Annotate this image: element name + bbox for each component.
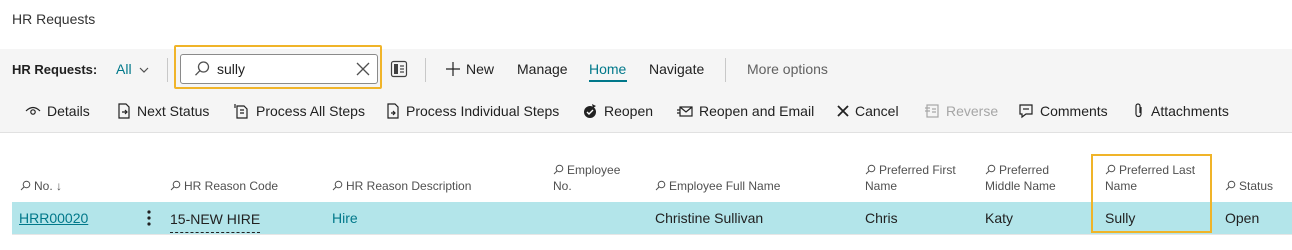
process-all-steps-label: Process All Steps bbox=[256, 103, 365, 119]
filter-view-label: All bbox=[116, 61, 132, 77]
column-label: Middle Name bbox=[985, 179, 1056, 193]
process-steps-icon bbox=[234, 104, 248, 119]
process-all-steps-button[interactable]: Process All Steps bbox=[234, 90, 365, 132]
cell-employee-full-name[interactable]: Christine Sullivan bbox=[655, 202, 763, 234]
divider bbox=[167, 58, 168, 82]
column-label: Status bbox=[1239, 179, 1274, 193]
row-actions-icon[interactable] bbox=[146, 209, 152, 227]
column-label: No. bbox=[553, 179, 572, 193]
reopen-and-email-label: Reopen and Email bbox=[699, 103, 815, 119]
clear-icon[interactable] bbox=[356, 62, 370, 76]
divider bbox=[425, 58, 426, 82]
attachments-label: Attachments bbox=[1151, 103, 1229, 119]
cell-hr-reason-code[interactable]: 15-NEW HIRE bbox=[170, 206, 261, 233]
column-label: HR Reason Description bbox=[346, 179, 472, 193]
column-header-status[interactable]: Status bbox=[1225, 178, 1273, 194]
search-icon bbox=[865, 165, 876, 175]
column-label: Preferred First bbox=[879, 163, 956, 177]
cell-preferred-middle-name[interactable]: Katy bbox=[985, 202, 1013, 234]
column-label: HR Reason Code bbox=[184, 179, 279, 193]
navigate-tab[interactable]: Navigate bbox=[649, 49, 704, 90]
search-icon bbox=[170, 181, 181, 191]
column-label: Employee Full Name bbox=[669, 179, 781, 193]
reopen-and-email-button[interactable]: Reopen and Email bbox=[677, 90, 814, 132]
search-icon bbox=[20, 181, 31, 191]
reverse-label: Reverse bbox=[946, 103, 999, 119]
details-label: Details bbox=[47, 103, 90, 119]
reverse-icon bbox=[925, 104, 939, 118]
column-header-employee-full-name[interactable]: Employee Full Name bbox=[655, 178, 780, 194]
column-header-preferred-first-name[interactable]: Preferred First Name bbox=[865, 162, 956, 194]
new-button[interactable]: New bbox=[445, 49, 494, 90]
chevron-down-icon bbox=[140, 67, 149, 74]
comment-icon bbox=[1019, 104, 1033, 119]
document-step-icon bbox=[387, 103, 399, 119]
column-header-employee-no[interactable]: Employee No. bbox=[553, 162, 620, 194]
reverse-button[interactable]: Reverse bbox=[924, 90, 998, 132]
column-label: No. bbox=[34, 179, 53, 193]
cancel-button[interactable]: Cancel bbox=[837, 90, 899, 132]
column-header-hr-reason-code[interactable]: HR Reason Code bbox=[170, 178, 278, 194]
eye-icon bbox=[25, 107, 41, 116]
column-header-hr-reason-description[interactable]: HR Reason Description bbox=[332, 178, 471, 194]
divider bbox=[725, 58, 726, 82]
column-header-no[interactable]: No. ↓ bbox=[20, 178, 62, 194]
reopen-icon bbox=[584, 104, 596, 119]
comments-label: Comments bbox=[1040, 103, 1108, 119]
search-field[interactable] bbox=[180, 54, 378, 84]
column-label: Preferred bbox=[999, 163, 1050, 177]
row-divider bbox=[12, 234, 1292, 235]
cell-no[interactable]: HRR00020 bbox=[19, 202, 88, 234]
cell-preferred-first-name[interactable]: Chris bbox=[865, 202, 898, 234]
search-input[interactable] bbox=[217, 60, 347, 78]
filter-pane-icon[interactable] bbox=[390, 60, 408, 78]
attachments-button[interactable]: Attachments bbox=[1133, 90, 1229, 132]
next-status-label: Next Status bbox=[137, 103, 210, 119]
manage-tab[interactable]: Manage bbox=[517, 49, 568, 90]
document-arrow-icon bbox=[118, 103, 130, 119]
reopen-label: Reopen bbox=[604, 103, 654, 119]
column-label: Employee bbox=[567, 163, 621, 177]
list-label: HR Requests: bbox=[12, 62, 98, 77]
search-icon bbox=[1225, 181, 1236, 191]
home-tab-underline bbox=[589, 80, 627, 82]
search-icon bbox=[553, 165, 564, 175]
reopen-button[interactable]: Reopen bbox=[582, 90, 653, 132]
cancel-label: Cancel bbox=[855, 103, 899, 119]
close-icon bbox=[837, 105, 849, 117]
column-label: Name bbox=[865, 179, 898, 193]
page-title: HR Requests bbox=[12, 11, 96, 27]
column-header-preferred-middle-name[interactable]: Preferred Middle Name bbox=[985, 162, 1056, 194]
new-label: New bbox=[466, 61, 495, 77]
search-icon bbox=[985, 165, 996, 175]
process-individual-steps-button[interactable]: Process Individual Steps bbox=[386, 90, 559, 132]
comments-button[interactable]: Comments bbox=[1018, 90, 1108, 132]
more-options-button[interactable]: More options bbox=[747, 49, 828, 90]
column-highlight bbox=[1091, 154, 1212, 233]
search-icon bbox=[332, 181, 343, 191]
sort-descending-icon: ↓ bbox=[56, 179, 63, 193]
filter-view-dropdown[interactable]: All bbox=[116, 49, 150, 90]
email-icon bbox=[677, 106, 693, 117]
details-button[interactable]: Details bbox=[25, 90, 90, 132]
home-tab[interactable]: Home bbox=[589, 49, 626, 90]
paperclip-icon bbox=[1135, 103, 1142, 118]
plus-icon bbox=[446, 62, 460, 77]
search-icon bbox=[655, 181, 666, 191]
cell-status[interactable]: Open bbox=[1225, 202, 1259, 234]
cell-hr-reason-description[interactable]: Hire bbox=[332, 202, 358, 234]
next-status-button[interactable]: Next Status bbox=[117, 90, 209, 132]
search-icon bbox=[195, 61, 210, 76]
process-individual-steps-label: Process Individual Steps bbox=[406, 103, 560, 119]
